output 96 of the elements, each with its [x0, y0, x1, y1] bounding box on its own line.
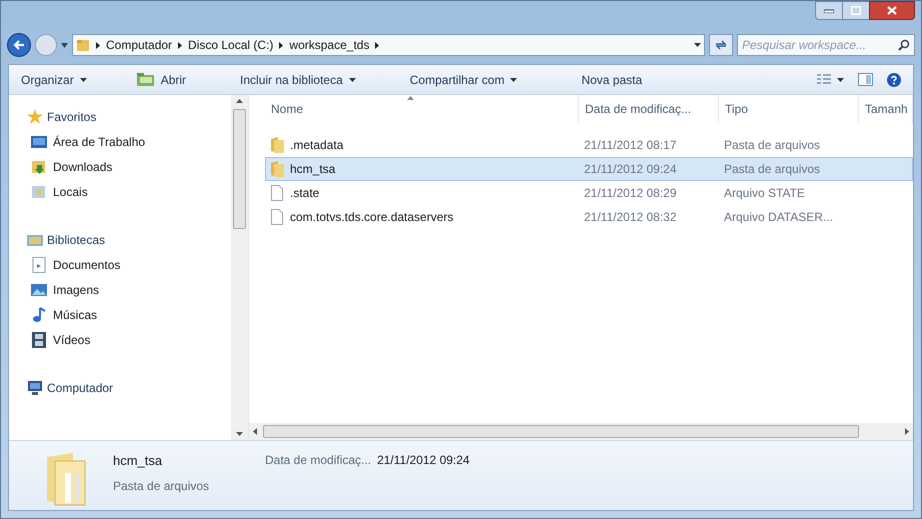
column-header[interactable]: Tamanh — [859, 95, 913, 123]
file-name: .state — [290, 185, 320, 202]
toolbar-button[interactable]: Organizar — [17, 68, 91, 90]
date-cell-text: 21/11/2012 08:17 — [583, 137, 678, 154]
file-type: Pasta de arquivos — [113, 478, 210, 494]
refresh-button[interactable] — [709, 34, 733, 56]
back-button[interactable] — [7, 33, 31, 57]
pane-icon — [858, 73, 873, 86]
search-icon — [898, 39, 910, 51]
file-row[interactable]: .state 21/11/2012 08:29 Arquivo STATE — [265, 181, 913, 205]
scroll-left-icon[interactable] — [253, 428, 257, 435]
scroll-thumb[interactable] — [233, 109, 246, 229]
column-header[interactable]: Data de modificaç... — [579, 95, 719, 123]
chevron-icon[interactable] — [96, 42, 100, 48]
dropdown-caret-icon[interactable] — [694, 43, 701, 47]
search-field[interactable]: Pesquisar workspace... — [737, 34, 915, 56]
help-icon — [887, 72, 901, 86]
history-caret-icon[interactable] — [61, 42, 68, 48]
minimize-button[interactable] — [815, 1, 843, 20]
minimize-icon — [824, 8, 834, 12]
column-header[interactable]: Nome — [249, 95, 579, 123]
sidebar-item[interactable]: Área de Trabalho — [27, 129, 146, 154]
address-bar[interactable]: Computador Disco Local (C:) workspace_tds — [72, 34, 705, 56]
sidebar-item[interactable]: Documentos — [27, 252, 120, 277]
file-icon — [270, 209, 284, 225]
maximize-button[interactable] — [843, 1, 869, 20]
library-icon — [27, 232, 43, 248]
dropdown-caret-icon — [837, 78, 844, 82]
file-name: hcm_tsa — [113, 452, 164, 470]
sidebar-item[interactable]: Vídeos — [27, 327, 90, 352]
sidebar-group[interactable]: Favoritos — [27, 105, 96, 129]
refresh-arrows-icon — [715, 40, 727, 50]
download-folder-icon — [31, 158, 47, 174]
scroll-right-icon[interactable] — [905, 428, 909, 435]
picture-icon — [31, 282, 47, 298]
breadcrumb-item[interactable]: Computador — [106, 36, 172, 54]
view-options-button[interactable] — [817, 74, 844, 86]
folder-icon — [136, 73, 155, 86]
date-cell-text: 21/11/2012 08:32 — [583, 209, 678, 226]
date-value: 21/11/2012 09:24 — [377, 452, 470, 469]
toolbar-button[interactable]: Abrir — [132, 68, 190, 90]
back-arrow-icon — [13, 40, 25, 50]
column-header[interactable]: Tipo — [719, 95, 859, 123]
file-row[interactable]: com.totvs.tds.core.dataservers 21/11/2012 08:32 Arquivo DATASER... — [265, 205, 913, 229]
dropdown-caret-icon — [80, 78, 87, 82]
file-row[interactable]: hcm_tsa 21/11/2012 09:24 Pasta de arquivos — [265, 157, 913, 181]
folder-icon — [270, 137, 284, 153]
film-icon — [31, 332, 47, 348]
toolbar-button[interactable]: Nova pasta — [577, 68, 646, 90]
chevron-icon[interactable] — [375, 42, 380, 48]
folder-icon — [270, 161, 284, 177]
sidebar-item[interactable]: Locais — [27, 179, 88, 204]
maximize-icon — [851, 6, 861, 15]
sidebar-group[interactable]: Computador — [27, 376, 114, 400]
sort-arrow-icon — [407, 96, 414, 100]
scroll-down-icon[interactable] — [236, 432, 243, 436]
type-cell-text: Arquivo DATASER... — [723, 209, 834, 226]
vertical-scrollbar[interactable] — [231, 95, 248, 440]
help-button[interactable] — [887, 72, 901, 86]
folder-icon — [76, 38, 90, 52]
file-row[interactable]: .metadata 21/11/2012 08:17 Pasta de arquivos — [265, 133, 913, 157]
document-icon — [31, 256, 47, 272]
places-folder-icon — [31, 184, 47, 200]
sidebar-group[interactable]: Bibliotecas — [27, 228, 106, 252]
breadcrumb-item[interactable]: Disco Local (C:) — [188, 36, 274, 54]
type-cell-text: Pasta de arquivos — [723, 161, 822, 178]
toolbar-button[interactable]: Incluir na biblioteca — [236, 68, 360, 90]
file-name: .metadata — [290, 137, 344, 154]
file-name: com.totvs.tds.core.dataservers — [290, 209, 454, 226]
scroll-thumb[interactable] — [263, 425, 859, 438]
horizontal-scrollbar[interactable] — [249, 423, 913, 440]
close-button[interactable] — [869, 1, 915, 20]
preview-pane-button[interactable] — [858, 73, 873, 86]
dropdown-caret-icon — [510, 78, 518, 82]
star-icon — [27, 109, 43, 125]
close-icon — [887, 6, 897, 15]
music-note-icon — [31, 306, 47, 322]
sidebar-item[interactable]: Músicas — [27, 302, 98, 327]
type-cell-text: Pasta de arquivos — [723, 137, 822, 154]
type-cell-text: Arquivo STATE — [723, 185, 806, 202]
chevron-icon[interactable] — [178, 42, 182, 48]
computer-icon — [27, 380, 43, 396]
scroll-up-icon[interactable] — [236, 99, 243, 103]
sidebar-item[interactable]: Imagens — [27, 277, 100, 302]
chevron-icon[interactable] — [279, 42, 284, 48]
desktop-icon — [31, 134, 47, 150]
date-cell-text: 21/11/2012 08:29 — [583, 185, 678, 202]
date-label: Data de modificaç... — [265, 452, 372, 469]
dropdown-caret-icon — [348, 78, 356, 82]
sidebar-item[interactable]: Downloads — [27, 154, 112, 179]
date-cell-text: 21/11/2012 09:24 — [583, 161, 678, 178]
view-list-icon — [817, 74, 831, 86]
file-icon — [270, 185, 284, 201]
file-name: hcm_tsa — [290, 161, 336, 178]
toolbar-button[interactable]: Compartilhar com — [406, 68, 522, 90]
breadcrumb-item[interactable]: workspace_tds — [289, 36, 370, 54]
